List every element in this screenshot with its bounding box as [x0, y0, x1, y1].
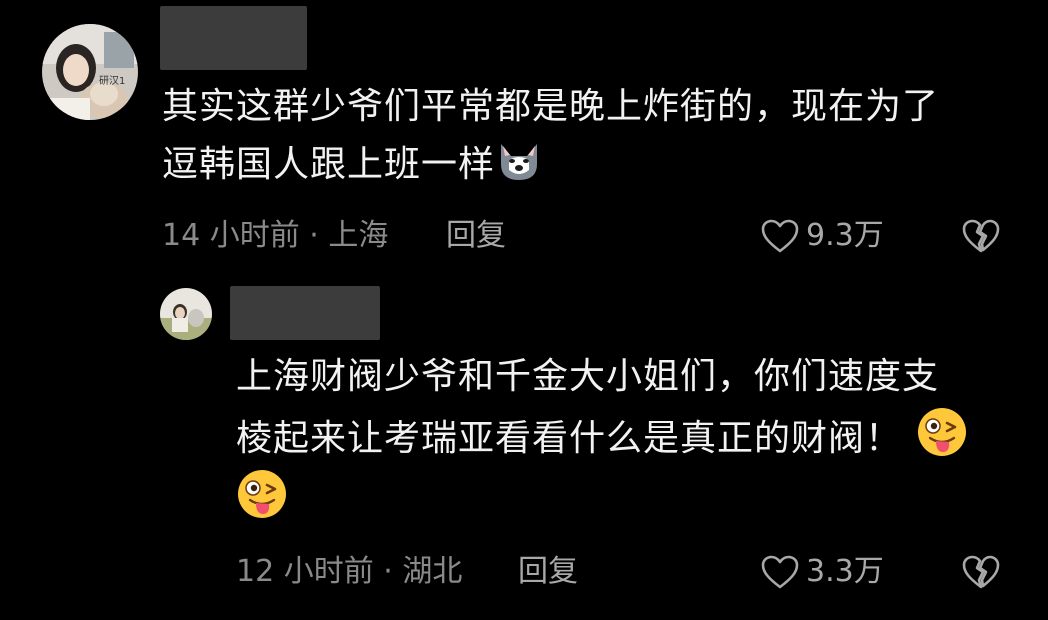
winking-tongue-emoji	[236, 468, 288, 520]
husky-doge-emoji	[495, 140, 543, 184]
like-button[interactable]: 3.3万	[760, 552, 884, 592]
winking-tongue-emoji	[916, 406, 968, 458]
comment-text-line-content: 逗韩国人跟上班一样	[162, 144, 496, 185]
avatar[interactable]	[160, 288, 212, 340]
dislike-button[interactable]	[960, 218, 1002, 258]
avatar[interactable]: 研汉1	[42, 24, 138, 120]
comment-text-line: 逗韩国人跟上班一样	[162, 136, 1022, 194]
reply-button[interactable]: 回复	[518, 552, 578, 592]
comment-text: 其实这群少爷们平常都是晚上炸街的，现在为了 逗韩国人跟上班一样	[162, 78, 1022, 194]
comment-text-line: 棱起来让考瑞亚看看什么是真正的财阀！	[236, 406, 1026, 468]
broken-heart-icon	[962, 219, 1000, 253]
like-button[interactable]: 9.3万	[760, 216, 884, 256]
like-count: 3.3万	[806, 554, 884, 589]
avatar-photo: 研汉1	[42, 24, 138, 120]
comment-time-location: 14 小时前 · 上海	[162, 218, 389, 253]
comment-text-line-content: 棱起来让考瑞亚看看什么是真正的财阀！	[236, 418, 903, 459]
comment-text-line: 上海财阀少爷和千金大小姐们，你们速度支	[236, 356, 940, 397]
avatar-badge-text: 研汉1	[99, 75, 125, 87]
dislike-button[interactable]	[960, 554, 1002, 594]
broken-heart-icon	[962, 555, 1000, 589]
avatar-photo	[160, 288, 212, 340]
comment-thread: 研汉1 其实这群少爷们平常都是晚上炸街的，现在为了 逗韩国人跟上班一样 14 小…	[0, 0, 1048, 620]
comment-text-line	[236, 468, 1026, 530]
heart-outline-icon	[761, 555, 799, 589]
comment-text: 上海财阀少爷和千金大小姐们，你们速度支 棱起来让考瑞亚看看什么是真正的财阀！	[236, 348, 1026, 530]
comment-text-line: 其实这群少爷们平常都是晚上炸街的，现在为了	[162, 86, 940, 127]
comment-time-location: 12 小时前 · 湖北	[236, 554, 463, 589]
heart-outline-icon	[761, 219, 799, 253]
reply-button[interactable]: 回复	[446, 216, 506, 256]
author-name-redacted[interactable]	[160, 6, 307, 70]
like-count: 9.3万	[806, 218, 884, 253]
author-name-redacted[interactable]	[230, 286, 380, 340]
